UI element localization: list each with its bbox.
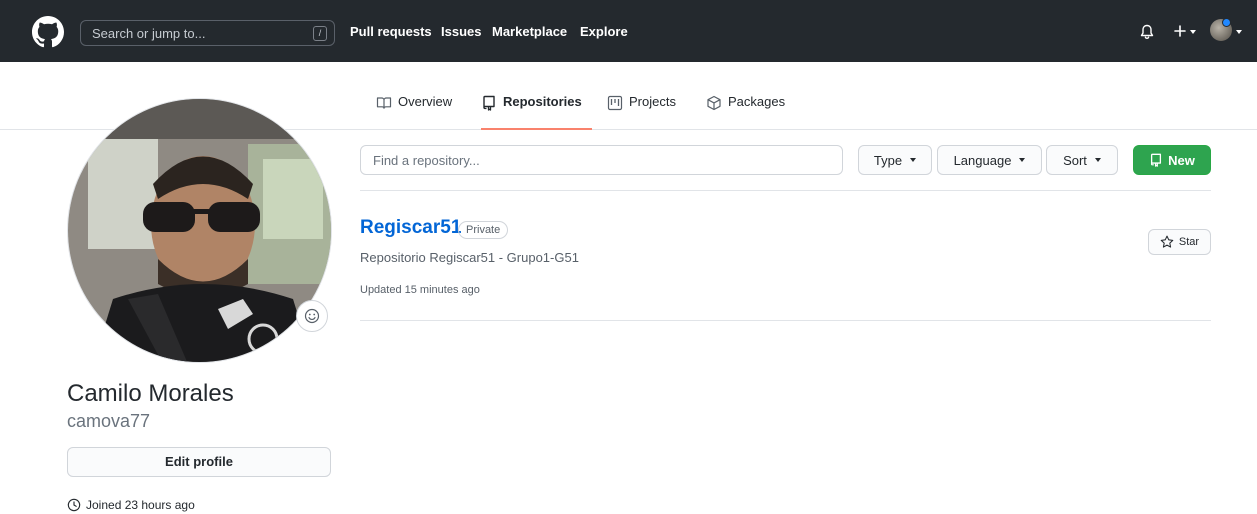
tab-overview-label: Overview [398, 94, 453, 109]
global-header: Search or jump to... / Pull requests Iss… [0, 0, 1257, 62]
sort-filter-label: Sort [1063, 152, 1087, 168]
star-label: Star [1178, 236, 1200, 248]
language-filter-button[interactable]: Language [937, 145, 1042, 175]
star-button[interactable]: Star [1148, 229, 1211, 255]
search-placeholder: Search or jump to... [92, 26, 206, 41]
sort-filter-button[interactable]: Sort [1046, 145, 1118, 175]
profile-avatar [67, 98, 332, 363]
type-filter-label: Type [873, 152, 903, 168]
create-menu-caret-icon[interactable] [1190, 30, 1196, 34]
list-divider-top [360, 190, 1211, 191]
find-repository-input[interactable] [360, 145, 843, 175]
search-shortcut-key: / [313, 26, 327, 41]
repo-updated-time: Updated 15 minutes ago [360, 284, 480, 296]
profile-full-name: Camilo Morales [67, 380, 234, 407]
global-search-input[interactable]: Search or jump to... / [80, 20, 335, 46]
repo-icon [483, 95, 495, 111]
chevron-down-icon [1094, 158, 1101, 162]
star-icon [1160, 235, 1174, 248]
book-icon [376, 97, 392, 109]
tab-repositories[interactable]: Repositories [481, 94, 592, 130]
repo-description: Repositorio Regiscar51 - Grupo1-G51 [360, 250, 579, 265]
project-icon [607, 95, 623, 111]
list-divider-bottom [360, 320, 1211, 321]
joined-label: Joined 23 hours ago [86, 498, 195, 512]
notifications-bell-icon[interactable] [1140, 24, 1154, 40]
avatar-status-dot [1222, 18, 1231, 27]
repo-name-link[interactable]: Regiscar51 [360, 217, 461, 239]
chevron-down-icon [1019, 158, 1026, 162]
chevron-down-icon [910, 158, 917, 162]
type-filter-button[interactable]: Type [858, 145, 932, 175]
nav-marketplace[interactable]: Marketplace [492, 24, 567, 39]
nav-pull-requests[interactable]: Pull requests [350, 24, 432, 39]
new-button-label: New [1168, 152, 1195, 168]
profile-photo [68, 99, 331, 362]
language-filter-label: Language [953, 152, 1012, 168]
package-icon [707, 95, 721, 111]
nav-issues[interactable]: Issues [441, 24, 481, 39]
repo-icon [1151, 153, 1162, 167]
set-status-button[interactable] [296, 300, 328, 332]
clock-icon [67, 498, 81, 512]
new-repository-button[interactable]: New [1133, 145, 1211, 175]
edit-profile-button[interactable]: Edit profile [67, 447, 331, 477]
visibility-badge: Private [458, 221, 509, 239]
tab-packages-label: Packages [728, 94, 786, 109]
github-logo-icon[interactable] [32, 16, 64, 48]
create-plus-icon[interactable] [1174, 25, 1186, 37]
user-menu-caret-icon[interactable] [1236, 30, 1242, 34]
tab-overview[interactable]: Overview [376, 94, 452, 130]
tab-projects[interactable]: Projects [607, 94, 676, 130]
tab-projects-label: Projects [629, 94, 676, 109]
joined-date: Joined 23 hours ago [67, 498, 195, 512]
smiley-icon [304, 308, 320, 324]
nav-explore[interactable]: Explore [580, 24, 628, 39]
profile-username: camova77 [67, 411, 151, 431]
tab-packages[interactable]: Packages [706, 94, 785, 130]
tab-repositories-label: Repositories [503, 94, 582, 109]
